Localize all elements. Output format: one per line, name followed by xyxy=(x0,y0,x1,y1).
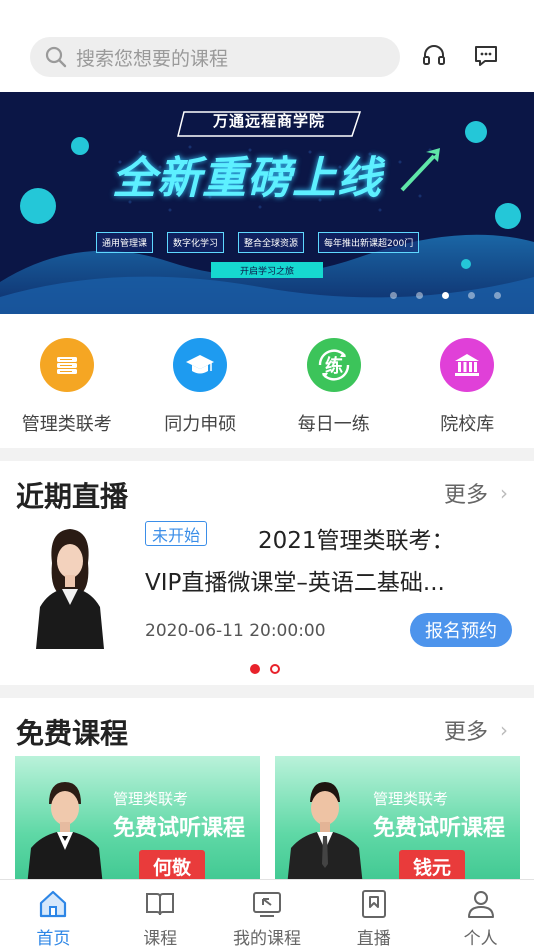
quick-nav-label: 同力申硕 xyxy=(164,414,237,435)
banner-dot[interactable] xyxy=(468,292,475,299)
tab-live[interactable]: 直播 xyxy=(320,880,427,950)
lecturer-photo[interactable] xyxy=(30,523,110,649)
chevron-right-icon: › xyxy=(500,718,508,742)
tab-home[interactable]: 首页 xyxy=(0,880,107,950)
course-card[interactable]: 管理类联考 免费试听课程 何敬 xyxy=(15,756,260,886)
reserve-button[interactable]: 报名预约 xyxy=(410,613,512,647)
person-icon xyxy=(465,888,497,920)
teacher-photo xyxy=(287,782,363,886)
banner-dot[interactable] xyxy=(494,292,501,299)
banner-indicator xyxy=(390,292,501,299)
banner-tag: 数字化学习 xyxy=(167,232,225,253)
course-card[interactable]: 管理类联考 免费试听课程 钱元 xyxy=(275,756,520,886)
quick-nav: 管理类联考 同力申硕 练 每日一练 院校库 xyxy=(0,314,534,448)
banner-tag: 通用管理课 xyxy=(96,232,154,253)
banner-dot[interactable] xyxy=(416,292,423,299)
live-section: 近期直播 更多 › 未开始 2021管理类联考： VIP直播微课堂–英语二基础.… xyxy=(0,461,534,685)
banner-tag: 整合全球资源 xyxy=(238,232,305,253)
quick-nav-label: 院校库 xyxy=(440,414,495,435)
open-book-icon xyxy=(144,888,176,920)
quick-nav-masters[interactable]: 同力申硕 xyxy=(134,314,268,448)
university-icon xyxy=(440,338,495,392)
teacher-name-tag: 钱元 xyxy=(399,850,465,882)
book-stack-icon xyxy=(39,338,94,392)
promo-banner[interactable]: 万通远程商学院 全新重磅上线 通用管理课 数字化学习 整合全球资源 每年推出新课… xyxy=(0,92,534,314)
live-more-link[interactable]: 更多 › xyxy=(444,477,508,509)
quick-nav-label: 管理类联考 xyxy=(21,414,112,435)
tab-profile[interactable]: 个人 xyxy=(427,880,534,950)
course-title: 免费试听课程 xyxy=(113,816,246,841)
bottom-tab-bar: 首页 课程 我的课程 直播 个人 xyxy=(0,879,534,950)
banner-dot-active[interactable] xyxy=(442,292,449,299)
tab-label: 首页 xyxy=(36,929,71,949)
banner-cta[interactable]: 开启学习之旅 xyxy=(211,262,323,278)
live-course-title-line2[interactable]: VIP直播微课堂–英语二基础... xyxy=(145,563,490,597)
course-cards: 管理类联考 免费试听课程 何敬 管理类联考 免费试听课程 钱元 xyxy=(15,756,520,886)
search-placeholder: 搜索您想要的课程 xyxy=(76,47,229,70)
live-start-time: 2020-06-11 20:00:00 xyxy=(145,621,326,641)
top-bar: 搜索您想要的课程 xyxy=(0,0,534,92)
tab-my-courses[interactable]: 我的课程 xyxy=(214,880,321,950)
live-status-badge: 未开始 xyxy=(145,521,208,546)
tab-courses[interactable]: 课程 xyxy=(107,880,214,950)
course-category: 管理类联考 xyxy=(373,790,449,808)
my-course-icon xyxy=(251,888,283,920)
pager-dot-active[interactable] xyxy=(250,664,260,674)
headset-icon[interactable] xyxy=(420,42,448,70)
practice-icon: 练 xyxy=(306,338,361,392)
banner-school-name: 万通远程商学院 xyxy=(212,111,325,130)
home-page: 搜索您想要的课程 万通远程商学院 全新重磅上线 通用管理课 数字化学习 整合全球… xyxy=(0,0,534,950)
banner-tag: 每年推出新课超200门 xyxy=(318,232,420,253)
more-label: 更多 xyxy=(443,720,488,745)
quick-nav-daily-practice[interactable]: 练 每日一练 xyxy=(267,314,401,448)
quick-nav-label: 每日一练 xyxy=(297,414,370,435)
section-title: 近期直播 xyxy=(16,480,129,513)
live-course-title[interactable]: 2021管理类联考： xyxy=(258,521,455,555)
message-icon[interactable] xyxy=(472,42,500,70)
chevron-right-icon: › xyxy=(500,481,508,505)
free-more-link[interactable]: 更多 › xyxy=(444,714,508,746)
teacher-photo xyxy=(27,782,103,886)
quick-nav-universities[interactable]: 院校库 xyxy=(401,314,534,448)
tab-label: 课程 xyxy=(143,929,178,949)
pager-dot[interactable] xyxy=(270,664,280,674)
course-category: 管理类联考 xyxy=(113,790,189,808)
banner-tags: 通用管理课 数字化学习 整合全球资源 每年推出新课超200门 xyxy=(96,232,420,253)
tab-label: 直播 xyxy=(356,929,391,949)
search-icon xyxy=(36,37,76,77)
graduation-cap-icon xyxy=(173,338,228,392)
tab-label: 个人 xyxy=(463,929,498,949)
section-title: 免费课程 xyxy=(16,717,129,750)
banner-dot[interactable] xyxy=(390,292,397,299)
banner-headline: 全新重磅上线 xyxy=(112,153,382,204)
live-pager xyxy=(250,664,280,674)
home-icon xyxy=(37,888,69,920)
more-label: 更多 xyxy=(443,483,488,508)
live-icon xyxy=(358,888,390,920)
course-title: 免费试听课程 xyxy=(373,816,506,841)
search-input[interactable]: 搜索您想要的课程 xyxy=(30,37,400,77)
tab-label: 我的课程 xyxy=(232,929,301,949)
teacher-name-tag: 何敬 xyxy=(139,850,205,882)
quick-nav-exam[interactable]: 管理类联考 xyxy=(0,314,134,448)
svg-text:练: 练 xyxy=(325,355,343,377)
